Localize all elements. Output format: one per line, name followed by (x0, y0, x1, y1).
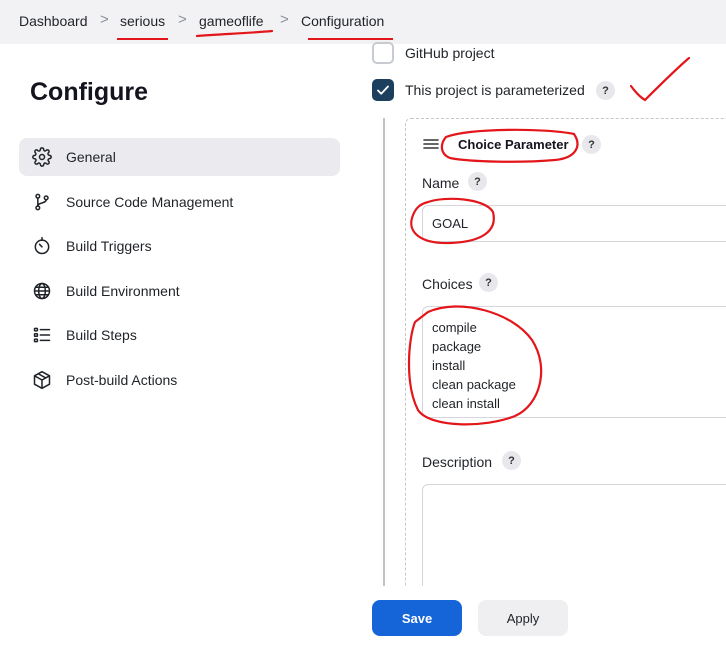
sidebar-item-label: Build Environment (66, 282, 180, 299)
apply-button[interactable]: Apply (478, 600, 568, 636)
save-button[interactable]: Save (372, 600, 462, 636)
github-project-label: GitHub project (405, 45, 495, 61)
sidebar-item-label: Build Steps (66, 327, 137, 344)
breadcrumb-dashboard[interactable]: Dashboard (19, 13, 88, 29)
sidebar-item-label: Source Code Management (66, 193, 234, 210)
name-input[interactable]: GOAL (422, 205, 726, 242)
list-icon (32, 325, 52, 345)
help-icon[interactable]: ? (468, 172, 487, 191)
help-icon[interactable]: ? (502, 451, 521, 470)
annotation-underline (117, 38, 168, 40)
breadcrumb-serious[interactable]: serious (120, 13, 165, 29)
choices-label: Choices (422, 276, 473, 292)
sidebar-item-build-triggers[interactable]: Build Triggers (19, 227, 340, 265)
timer-icon (32, 236, 52, 256)
choice-item: package (432, 339, 482, 354)
breadcrumb-separator: > (178, 11, 187, 28)
package-icon (32, 370, 52, 390)
breadcrumb-separator: > (100, 11, 109, 28)
sidebar-item-label: Post-build Actions (66, 371, 178, 388)
choice-item: compile (432, 320, 477, 335)
description-label: Description (422, 454, 493, 470)
checkmark-icon (377, 85, 389, 95)
name-label: Name (422, 175, 460, 191)
choices-list: compile package install clean package cl… (432, 318, 516, 413)
branch-icon (32, 192, 52, 212)
annotation-checkmark (629, 56, 691, 102)
choice-item: clean install (432, 396, 500, 411)
choice-parameter-title: Choice Parameter (458, 137, 569, 152)
sidebar-item-build-environment[interactable]: Build Environment (19, 272, 340, 310)
annotation-underline (308, 38, 393, 40)
sidebar-item-general[interactable]: General (19, 138, 340, 176)
breadcrumb-configuration[interactable]: Configuration (301, 13, 384, 29)
sidebar-item-label: General (66, 149, 116, 165)
sidebar-item-build-steps[interactable]: Build Steps (19, 316, 340, 354)
help-icon[interactable]: ? (479, 273, 498, 292)
sidebar-nav: General Source Code Management Build Tri… (19, 138, 340, 406)
parameterized-label: This project is parameterized (405, 82, 585, 98)
globe-icon (32, 281, 52, 301)
gear-icon (32, 147, 52, 167)
breadcrumb-gameoflife[interactable]: gameoflife (199, 13, 264, 29)
choice-item: install (432, 358, 466, 373)
github-project-checkbox[interactable] (372, 42, 394, 64)
section-divider (383, 118, 385, 598)
help-icon[interactable]: ? (582, 135, 601, 154)
name-input-value: GOAL (432, 216, 469, 231)
sidebar-item-source-code-management[interactable]: Source Code Management (19, 183, 340, 221)
sidebar-item-post-build-actions[interactable]: Post-build Actions (19, 361, 340, 399)
help-icon[interactable]: ? (596, 81, 615, 100)
drag-handle-icon[interactable] (423, 138, 439, 150)
sidebar-item-label: Build Triggers (66, 238, 152, 255)
page-title: Configure (30, 78, 149, 106)
breadcrumb-separator: > (280, 11, 289, 28)
parameterized-checkbox[interactable] (372, 79, 394, 101)
choice-item: clean package (432, 377, 516, 392)
